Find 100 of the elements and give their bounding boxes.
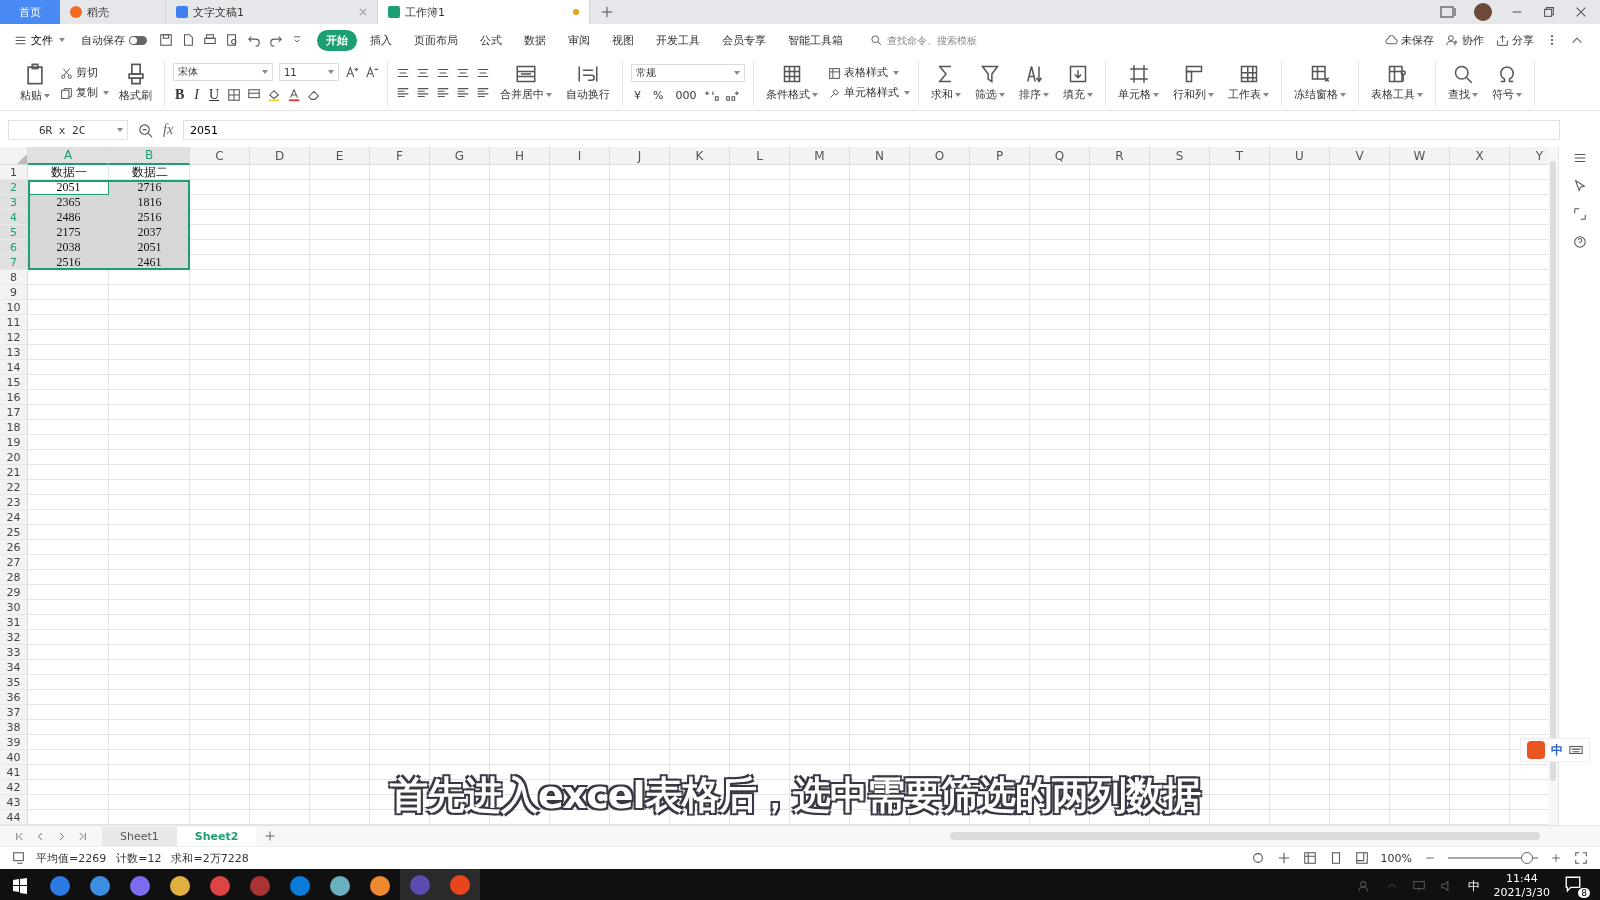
undo-icon[interactable] <box>247 33 261 47</box>
column-header[interactable]: I <box>550 147 610 165</box>
row-number[interactable]: 34 <box>0 660 28 675</box>
close-icon[interactable] <box>1574 5 1588 19</box>
row-number[interactable]: 40 <box>0 750 28 765</box>
row-number[interactable]: 38 <box>0 720 28 735</box>
column-header[interactable]: P <box>970 147 1030 165</box>
row-number[interactable]: 42 <box>0 780 28 795</box>
row-number[interactable]: 39 <box>0 735 28 750</box>
bold-button[interactable]: B <box>173 87 187 103</box>
row-number[interactable]: 37 <box>0 705 28 720</box>
column-header[interactable]: V <box>1330 147 1390 165</box>
toolbar-button[interactable]: 单元格 <box>1114 64 1163 102</box>
ime-toolbar[interactable]: 中 <box>1520 738 1590 762</box>
ribbon-tab[interactable]: 开发工具 <box>647 29 709 51</box>
input-method-indicator[interactable]: 中 <box>1467 877 1480 895</box>
header-action[interactable]: 协作 <box>1446 32 1484 48</box>
frame-icon[interactable] <box>1572 207 1587 221</box>
row-number[interactable]: 35 <box>0 675 28 690</box>
plus-icon[interactable] <box>264 830 277 842</box>
number-format-button[interactable]: 000 <box>672 88 700 102</box>
row-number[interactable]: 12 <box>0 330 28 345</box>
column-header[interactable]: S <box>1150 147 1210 165</box>
header-action[interactable]: 分享 <box>1496 32 1534 48</box>
print-icon[interactable] <box>203 33 217 47</box>
row-number[interactable]: 11 <box>0 315 28 330</box>
ribbon-tab[interactable]: 审阅 <box>559 29 599 51</box>
command-search-field[interactable]: 查找命令、搜索模板 <box>870 33 1070 47</box>
row-number[interactable]: 27 <box>0 555 28 570</box>
row-number[interactable]: 28 <box>0 570 28 585</box>
align-lines-icon[interactable] <box>396 86 410 100</box>
increase-decimal-icon[interactable] <box>705 88 720 102</box>
align-lines-icon[interactable] <box>476 66 490 80</box>
wrap-text-button[interactable]: 自动换行 <box>562 64 614 102</box>
align-lines-icon[interactable] <box>416 86 430 100</box>
row-number[interactable]: 1 <box>0 165 28 180</box>
page-break-icon[interactable] <box>1354 851 1369 865</box>
column-header[interactable]: K <box>670 147 730 165</box>
last-sheet-icon[interactable] <box>77 830 88 842</box>
row-number[interactable]: 19 <box>0 435 28 450</box>
row-number[interactable]: 15 <box>0 375 28 390</box>
cut-button[interactable]: 剪切 <box>60 66 109 80</box>
eraser-icon[interactable] <box>307 88 322 102</box>
toolbar-button[interactable]: 排序 <box>1015 64 1053 102</box>
formula-input[interactable]: 2051 <box>183 120 1560 140</box>
align-lines-icon[interactable] <box>436 86 450 100</box>
column-header[interactable]: T <box>1210 147 1270 165</box>
column-header[interactable]: X <box>1450 147 1510 165</box>
row-number[interactable]: 16 <box>0 390 28 405</box>
column-header[interactable]: H <box>490 147 550 165</box>
row-number[interactable]: 8 <box>0 270 28 285</box>
avatar[interactable] <box>1474 3 1492 21</box>
document-tab[interactable]: 工作簿1 <box>378 0 590 24</box>
font-select[interactable]: 宋体 <box>173 63 273 81</box>
column-header[interactable]: C <box>190 147 250 165</box>
first-sheet-icon[interactable] <box>14 830 25 842</box>
save-icon[interactable] <box>159 33 173 47</box>
ribbon-tab[interactable]: 数据 <box>515 29 555 51</box>
copy-button[interactable]: 复制 <box>60 86 109 100</box>
ribbon-tab[interactable]: 公式 <box>471 29 511 51</box>
border-icon[interactable] <box>227 88 242 102</box>
row-number[interactable]: 25 <box>0 525 28 540</box>
column-header[interactable]: N <box>850 147 910 165</box>
cursor-icon[interactable] <box>1572 179 1587 193</box>
ribbon-tab[interactable]: 会员专享 <box>713 29 775 51</box>
name-box[interactable]: 6R x 2C <box>8 120 128 140</box>
autosave-toggle[interactable] <box>129 35 147 45</box>
fill-color-icon[interactable] <box>267 88 282 102</box>
toolbar-button[interactable]: 查找 <box>1444 64 1482 102</box>
grow-font-icon[interactable] <box>345 65 359 79</box>
notification-button[interactable]: 8 <box>1564 874 1590 898</box>
ribbon-tab[interactable]: 页面布局 <box>405 29 467 51</box>
row-number[interactable]: 18 <box>0 420 28 435</box>
row-number[interactable]: 13 <box>0 345 28 360</box>
row-number[interactable]: 26 <box>0 540 28 555</box>
system-clock[interactable]: 11:44 2021/3/30 <box>1493 872 1550 900</box>
paste-button[interactable]: 粘贴 <box>16 63 54 103</box>
toolbar-button[interactable]: 行和列 <box>1169 64 1218 102</box>
column-header[interactable]: J <box>610 147 670 165</box>
number-format-button[interactable]: ¥ <box>631 88 644 102</box>
row-number[interactable]: 44 <box>0 810 28 825</box>
row-number[interactable]: 43 <box>0 795 28 810</box>
row-number[interactable]: 33 <box>0 645 28 660</box>
row-number[interactable]: 17 <box>0 405 28 420</box>
function-label[interactable]: fx <box>163 122 174 138</box>
toolbar-button[interactable]: 求和 <box>927 64 965 102</box>
row-number[interactable]: 41 <box>0 765 28 780</box>
print-preview-icon[interactable] <box>225 33 239 47</box>
row-number[interactable]: 36 <box>0 690 28 705</box>
column-header[interactable]: E <box>310 147 370 165</box>
align-lines-icon[interactable] <box>476 86 490 100</box>
column-header[interactable]: Q <box>1030 147 1090 165</box>
cell-style-button[interactable]: 单元格样式 <box>828 86 910 100</box>
row-number[interactable]: 23 <box>0 495 28 510</box>
decrease-decimal-icon[interactable] <box>725 88 740 102</box>
ribbon-tab[interactable]: 插入 <box>361 29 401 51</box>
row-number[interactable]: 21 <box>0 465 28 480</box>
column-header[interactable]: O <box>910 147 970 165</box>
document-tab[interactable]: 稻壳 <box>60 0 166 24</box>
redo-icon[interactable] <box>269 33 283 47</box>
